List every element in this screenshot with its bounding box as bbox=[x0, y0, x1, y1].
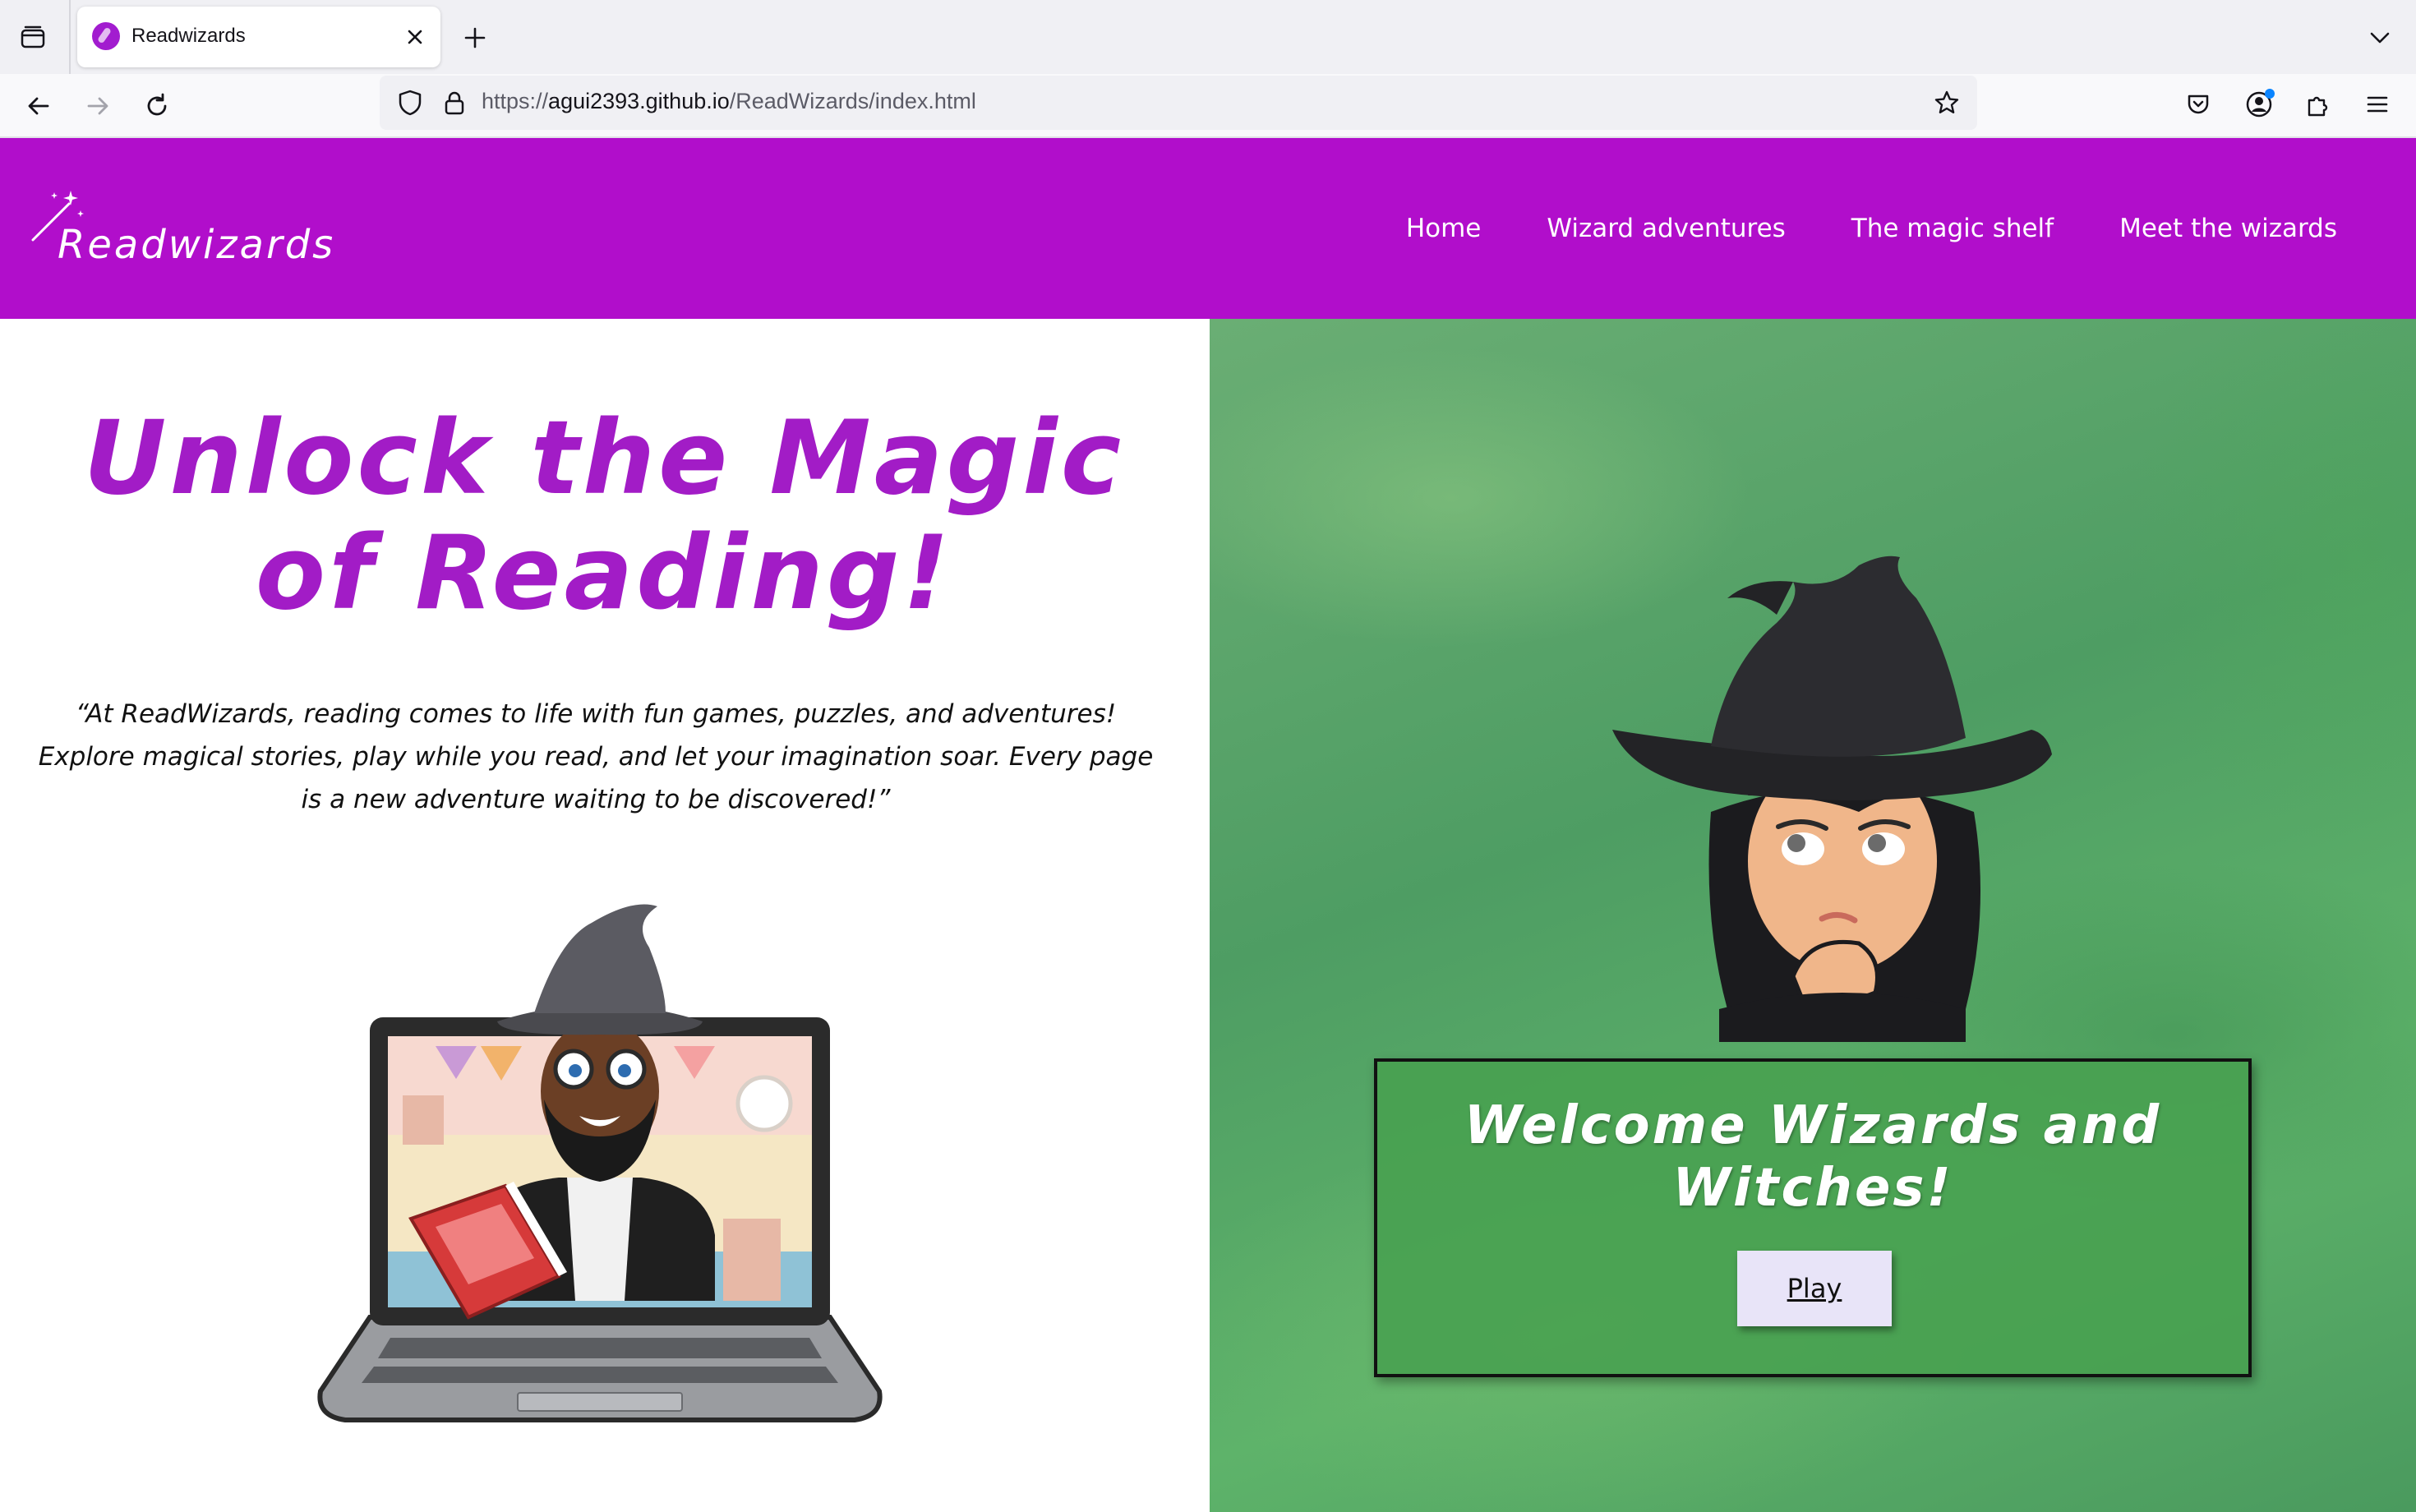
hero-left-panel: Unlock the Magic of Reading! “At ReadWiz… bbox=[0, 319, 1210, 1512]
pocket-icon[interactable] bbox=[2178, 84, 2219, 125]
nav-meet-the-wizards[interactable]: Meet the wizards bbox=[2119, 214, 2337, 243]
notification-dot bbox=[2265, 89, 2275, 99]
nav-home[interactable]: Home bbox=[1406, 214, 1482, 243]
nav-magic-shelf[interactable]: The magic shelf bbox=[1851, 214, 2054, 243]
tab-divider bbox=[69, 0, 71, 74]
welcome-box: Welcome Wizards and Witches! Play bbox=[1374, 1058, 2252, 1377]
browser-nav-bar: https://agui2393.github.io/ReadWizards/i… bbox=[0, 74, 2416, 138]
lock-icon[interactable] bbox=[439, 87, 470, 118]
url-host: agui2393.github.io bbox=[548, 89, 730, 113]
browser-tab-active[interactable]: Readwizards bbox=[77, 7, 440, 67]
shield-icon[interactable] bbox=[394, 87, 426, 118]
play-button[interactable]: Play bbox=[1737, 1251, 1892, 1326]
site-logo[interactable]: Readwizards bbox=[30, 186, 333, 276]
nav-wizard-adventures[interactable]: Wizard adventures bbox=[1547, 214, 1785, 243]
hero-quote: “At ReadWizards, reading comes to life w… bbox=[38, 699, 1154, 814]
puzzle-icon[interactable] bbox=[2298, 84, 2339, 125]
brand-name: Readwizards bbox=[58, 222, 336, 268]
site-header: Readwizards Home Wizard adventures The m… bbox=[0, 138, 2416, 319]
tab-title: Readwizards bbox=[131, 25, 246, 47]
url-text[interactable]: https://agui2393.github.io/ReadWizards/i… bbox=[482, 89, 976, 114]
welcome-right-panel: Welcome Wizards and Witches! Play bbox=[1210, 319, 2416, 1512]
star-icon[interactable] bbox=[1931, 87, 1962, 118]
welcome-title: Welcome Wizards and Witches! bbox=[1464, 1095, 2162, 1219]
plus-icon[interactable] bbox=[457, 20, 493, 56]
browser-tab-bar: Readwizards bbox=[0, 0, 2416, 74]
account-icon[interactable] bbox=[2238, 84, 2280, 125]
url-bar[interactable]: https://agui2393.github.io/ReadWizards/i… bbox=[380, 76, 1977, 130]
url-path: /ReadWizards/index.html bbox=[729, 89, 976, 113]
back-arrow-icon[interactable] bbox=[18, 85, 59, 127]
hero-title: Unlock the Magic of Reading! bbox=[83, 399, 1125, 633]
site-nav: Home Wizard adventures The magic shelf M… bbox=[1406, 138, 2337, 319]
wizard-laptop-illustration bbox=[317, 904, 883, 1422]
close-icon[interactable] bbox=[399, 21, 431, 53]
hamburger-menu-icon[interactable] bbox=[2357, 84, 2398, 125]
reload-icon[interactable] bbox=[136, 85, 178, 127]
witch-illustration bbox=[1612, 555, 2052, 1042]
readwizards-favicon bbox=[92, 22, 120, 50]
chevron-down-icon[interactable] bbox=[2362, 20, 2398, 56]
url-scheme: https:// bbox=[482, 89, 549, 113]
forward-arrow-icon[interactable] bbox=[77, 85, 118, 127]
tab-list-icon[interactable] bbox=[15, 20, 51, 56]
